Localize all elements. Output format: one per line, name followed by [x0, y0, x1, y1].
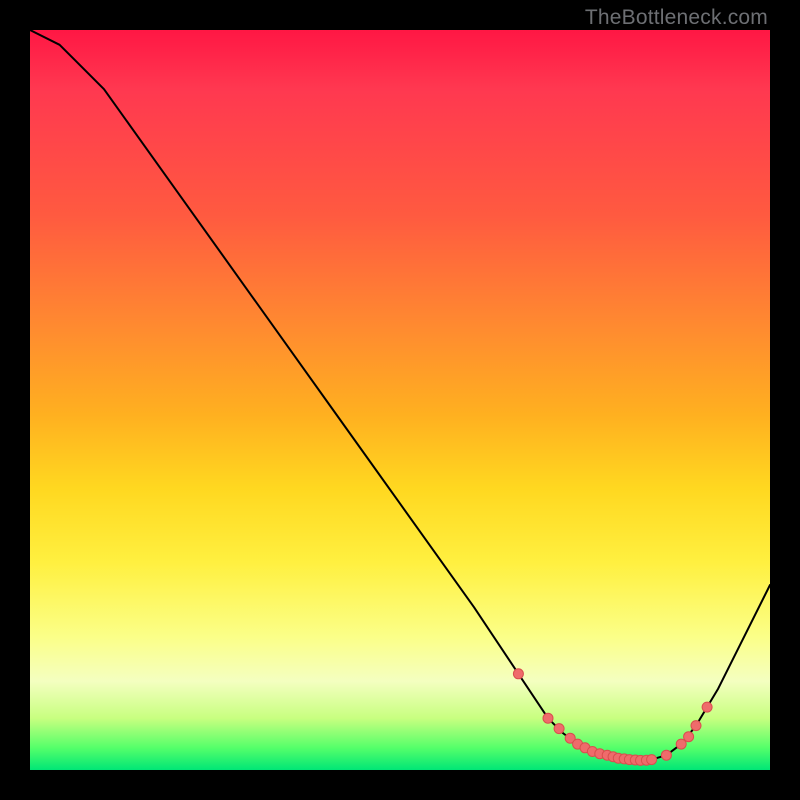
highlight-dot [702, 702, 712, 712]
highlighted-points [513, 669, 712, 766]
highlight-dot [513, 669, 523, 679]
highlight-dot [543, 713, 553, 723]
bottleneck-curve [30, 30, 770, 760]
highlight-dot [676, 739, 686, 749]
chart-frame: TheBottleneck.com [0, 0, 800, 800]
highlight-dot [661, 750, 671, 760]
watermark-text: TheBottleneck.com [585, 6, 768, 30]
plot-area [30, 30, 770, 770]
highlight-dot [691, 721, 701, 731]
chart-svg [30, 30, 770, 770]
highlight-dot [647, 755, 657, 765]
highlight-dot [554, 724, 564, 734]
highlight-dot [684, 732, 694, 742]
